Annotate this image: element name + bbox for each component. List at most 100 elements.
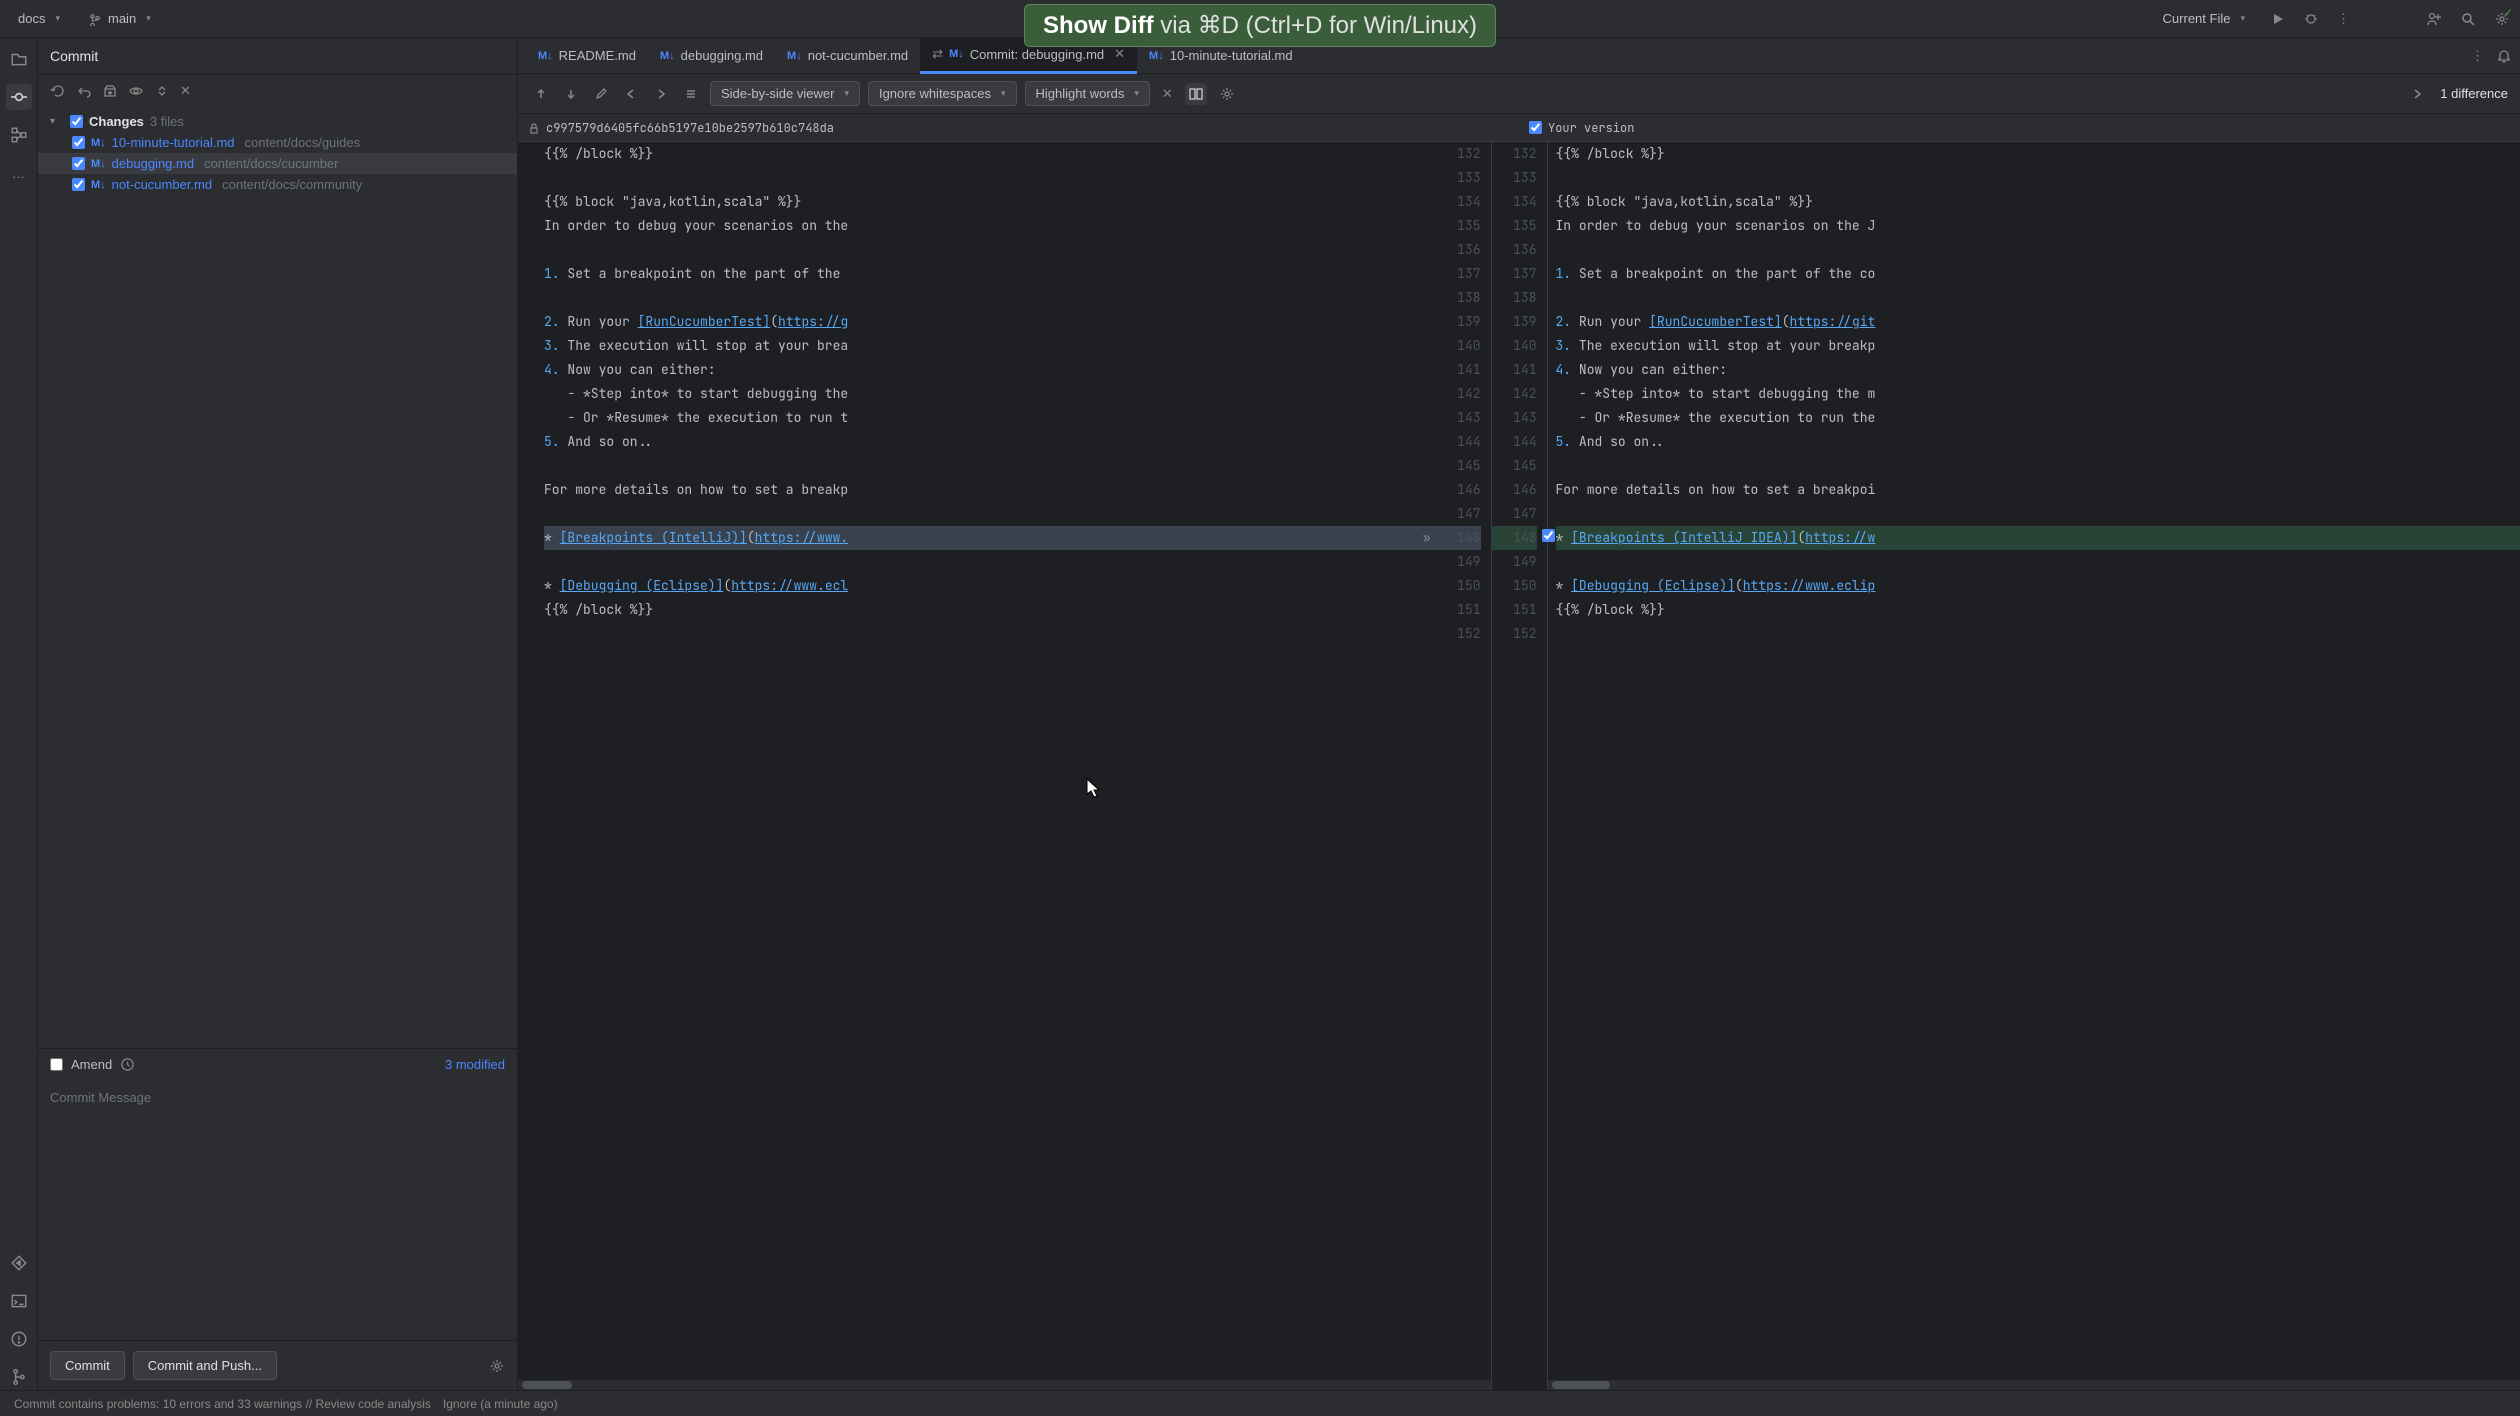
- commit-message-input[interactable]: Commit Message: [38, 1080, 517, 1340]
- editor-tab[interactable]: M↓not-cucumber.md: [775, 38, 920, 74]
- commit-button[interactable]: Commit: [50, 1351, 125, 1380]
- collab-icon[interactable]: [2426, 11, 2442, 27]
- more-icon[interactable]: ⋮: [2337, 11, 2350, 27]
- gear-icon[interactable]: [489, 1358, 505, 1374]
- editor-tab[interactable]: M↓README.md: [526, 38, 648, 74]
- project-view-icon[interactable]: [6, 46, 32, 72]
- markdown-file-icon: M↓: [91, 137, 106, 149]
- code-line: 1. Set a breakpoint on the part of the: [544, 262, 1435, 286]
- markdown-file-icon: M↓: [91, 158, 106, 170]
- tab-label: README.md: [559, 48, 636, 63]
- file-checkbox[interactable]: [72, 157, 85, 170]
- line-number: 148: [1435, 526, 1481, 550]
- status-problems[interactable]: Commit contains problems: 10 errors and …: [14, 1397, 431, 1411]
- dirty-indicator-icon: ⇄: [932, 46, 943, 62]
- file-path: content/docs/cucumber: [204, 156, 338, 171]
- your-version-checkbox[interactable]: [1529, 121, 1542, 134]
- tab-label: Commit: debugging.md: [970, 47, 1104, 62]
- commit-push-button[interactable]: Commit and Push...: [133, 1351, 277, 1380]
- back-icon[interactable]: [620, 83, 642, 105]
- commit-toolbar: ✕: [38, 75, 517, 107]
- problems-icon[interactable]: [6, 1326, 32, 1352]
- diff-right-pane[interactable]: {{% /block %}} {{% block "java,kotlin,sc…: [1548, 142, 2520, 1390]
- line-number: 145: [1492, 454, 1537, 478]
- line-number: 147: [1492, 502, 1537, 526]
- preview-icon[interactable]: [128, 83, 144, 99]
- highlight-dropdown[interactable]: Highlight words ▾: [1025, 81, 1150, 106]
- line-number: 144: [1435, 430, 1481, 454]
- line-number: 142: [1435, 382, 1481, 406]
- run-icon[interactable]: [2271, 12, 2285, 26]
- next-file-icon[interactable]: [2406, 83, 2428, 105]
- amend-checkbox[interactable]: [50, 1058, 63, 1071]
- chevron-down-icon: ▾: [1134, 88, 1139, 99]
- line-number: 141: [1435, 358, 1481, 382]
- markdown-file-icon: M↓: [949, 48, 964, 60]
- file-name: debugging.md: [112, 156, 194, 171]
- gear-icon[interactable]: [1215, 82, 1239, 106]
- amend-row: Amend 3 modified: [38, 1048, 517, 1080]
- git-icon[interactable]: [6, 1364, 32, 1390]
- search-icon[interactable]: [2460, 11, 2476, 27]
- changes-count: 3 files: [150, 114, 184, 129]
- changes-root[interactable]: ▾ Changes 3 files: [38, 111, 517, 132]
- chevron-down-icon: ▾: [50, 116, 64, 127]
- scrollbar-horizontal-left[interactable]: [518, 1380, 1491, 1390]
- statusbar: Commit contains problems: 10 errors and …: [0, 1390, 2520, 1416]
- edit-icon[interactable]: [590, 83, 612, 105]
- file-checkbox[interactable]: [72, 136, 85, 149]
- diff-left-pane[interactable]: ✓{{% /block %}} {{% block "java,kotlin,s…: [518, 142, 1492, 1390]
- code-line: 5. And so on..: [1556, 430, 2520, 454]
- file-name: not-cucumber.md: [112, 177, 212, 192]
- scrollbar-horizontal-right[interactable]: [1548, 1380, 2520, 1390]
- file-path: content/docs/community: [222, 177, 362, 192]
- rollback-icon[interactable]: [76, 83, 92, 99]
- changes-checkbox[interactable]: [70, 115, 83, 128]
- code-line: [544, 550, 1435, 574]
- next-change-icon[interactable]: [560, 83, 582, 105]
- close-icon[interactable]: ✕: [1114, 46, 1125, 62]
- viewer-mode-dropdown[interactable]: Side-by-side viewer ▾: [710, 81, 860, 106]
- prev-change-icon[interactable]: [530, 83, 552, 105]
- apply-right-icon[interactable]: »: [1423, 526, 1431, 550]
- chevron-down-icon: ▾: [55, 13, 60, 24]
- editor-tab[interactable]: M↓debugging.md: [648, 38, 775, 74]
- more-icon[interactable]: ⋮: [2471, 48, 2484, 64]
- debug-icon[interactable]: [2303, 11, 2319, 27]
- line-number: 137: [1492, 262, 1537, 286]
- run-config-dropdown[interactable]: Current File ▾: [2155, 7, 2253, 30]
- branch-dropdown[interactable]: main ▾: [80, 7, 159, 30]
- list-icon[interactable]: [680, 83, 702, 105]
- forward-icon[interactable]: [650, 83, 672, 105]
- services-icon[interactable]: [6, 1250, 32, 1276]
- commit-view-icon[interactable]: [6, 84, 32, 110]
- modified-count[interactable]: 3 modified: [445, 1057, 505, 1072]
- whitespace-dropdown[interactable]: Ignore whitespaces ▾: [868, 81, 1017, 106]
- line-number: 150: [1435, 574, 1481, 598]
- code-line: 3. The execution will stop at your break…: [1556, 334, 2520, 358]
- sync-scroll-icon[interactable]: [1185, 83, 1207, 105]
- line-number: 134: [1435, 190, 1481, 214]
- notifications-icon[interactable]: [2496, 48, 2512, 64]
- file-item[interactable]: M↓ 10-minute-tutorial.md content/docs/gu…: [38, 132, 517, 153]
- terminal-icon[interactable]: [6, 1288, 32, 1314]
- file-item[interactable]: M↓ not-cucumber.md content/docs/communit…: [38, 174, 517, 195]
- file-item[interactable]: M↓ debugging.md content/docs/cucumber: [38, 153, 517, 174]
- line-number: 136: [1492, 238, 1537, 262]
- more-tools-icon[interactable]: …: [6, 160, 32, 186]
- code-line: [544, 286, 1435, 310]
- project-dropdown[interactable]: docs ▾: [10, 7, 68, 30]
- diff-header-left: c997579d6405fc66b5197e10be2597b610c748da: [518, 114, 1519, 141]
- code-line: [1556, 550, 2520, 574]
- refresh-icon[interactable]: [50, 83, 66, 99]
- close-icon[interactable]: ✕: [1158, 82, 1177, 106]
- close-icon[interactable]: ✕: [180, 83, 191, 99]
- code-line: 4. Now you can either:: [544, 358, 1435, 382]
- shelve-icon[interactable]: [102, 83, 118, 99]
- expand-icon[interactable]: [154, 83, 170, 99]
- history-icon[interactable]: [120, 1057, 135, 1072]
- status-ignore[interactable]: Ignore (a minute ago): [443, 1397, 558, 1411]
- structure-icon[interactable]: [6, 122, 32, 148]
- markdown-file-icon: M↓: [1149, 50, 1164, 62]
- file-checkbox[interactable]: [72, 178, 85, 191]
